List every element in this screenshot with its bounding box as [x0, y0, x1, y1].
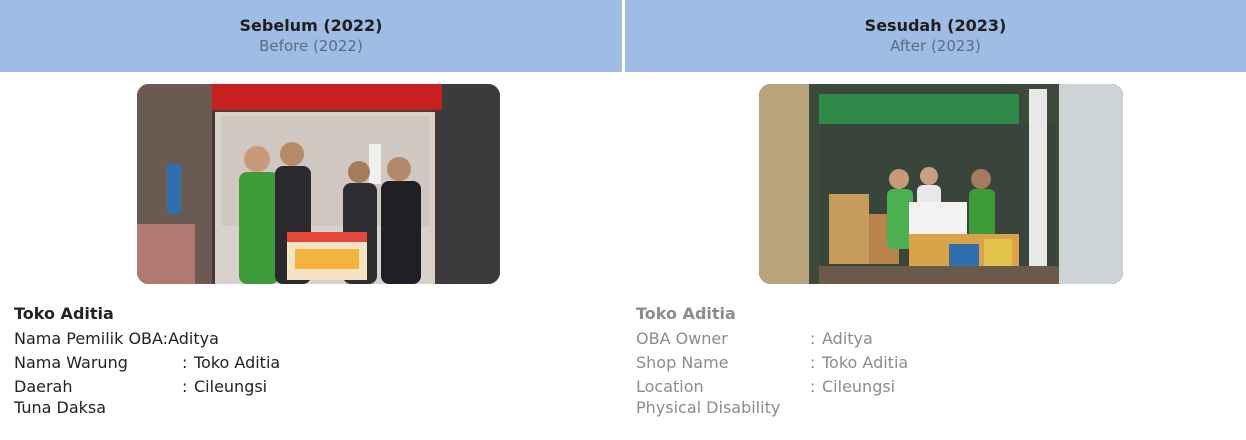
comparison-table: Sebelum (2022) Before (2022) Sesudah (20…: [0, 0, 1246, 440]
before-extra-note: Tuna Daksa: [14, 398, 107, 417]
info-label: Nama Pemilik OBA:: [14, 329, 169, 348]
after-header-title: Sesudah (2023): [864, 16, 1007, 35]
info-value: Cileungsi: [822, 377, 896, 396]
info-separator: :: [810, 353, 816, 372]
info-row: Location : Cileungsi: [636, 375, 908, 399]
info-value: Aditya: [822, 329, 873, 348]
info-value: Toko Aditia: [822, 353, 909, 372]
info-value: Aditya: [168, 329, 219, 348]
before-photo-illustration: [137, 84, 500, 284]
info-separator: :: [182, 377, 188, 396]
info-separator: :: [810, 377, 816, 396]
after-extra-note: Physical Disability: [636, 398, 781, 417]
info-label: OBA Owner: [636, 329, 728, 348]
after-info: Toko Aditia OBA Owner : Aditya Shop Name…: [636, 303, 908, 417]
after-photo: [759, 84, 1123, 284]
after-shop-title: Toko Aditia: [636, 304, 736, 323]
info-value: Toko Aditia: [194, 353, 281, 372]
info-label: Daerah: [14, 377, 73, 396]
info-label: Location: [636, 377, 704, 396]
info-separator: :: [182, 353, 188, 372]
after-header: Sesudah (2023) After (2023): [625, 0, 1246, 72]
info-value: Cileungsi: [194, 377, 268, 396]
info-separator: :: [810, 329, 816, 348]
before-header-subtitle: Before (2022): [259, 37, 363, 55]
before-photo: [137, 84, 500, 284]
before-shop-title: Toko Aditia: [14, 304, 114, 323]
info-row: Daerah : Cileungsi: [14, 375, 280, 399]
info-row: Nama Pemilik OBA: Aditya: [14, 327, 280, 351]
info-row: OBA Owner : Aditya: [636, 327, 908, 351]
before-header: Sebelum (2022) Before (2022): [0, 0, 622, 72]
info-row: Nama Warung : Toko Aditia: [14, 351, 280, 375]
info-label: Shop Name: [636, 353, 729, 372]
info-row: Shop Name : Toko Aditia: [636, 351, 908, 375]
after-photo-illustration: [759, 84, 1123, 284]
before-info: Toko Aditia Nama Pemilik OBA: Aditya Nam…: [14, 303, 280, 417]
info-label: Nama Warung: [14, 353, 128, 372]
after-header-subtitle: After (2023): [890, 37, 981, 55]
before-header-title: Sebelum (2022): [239, 16, 383, 35]
